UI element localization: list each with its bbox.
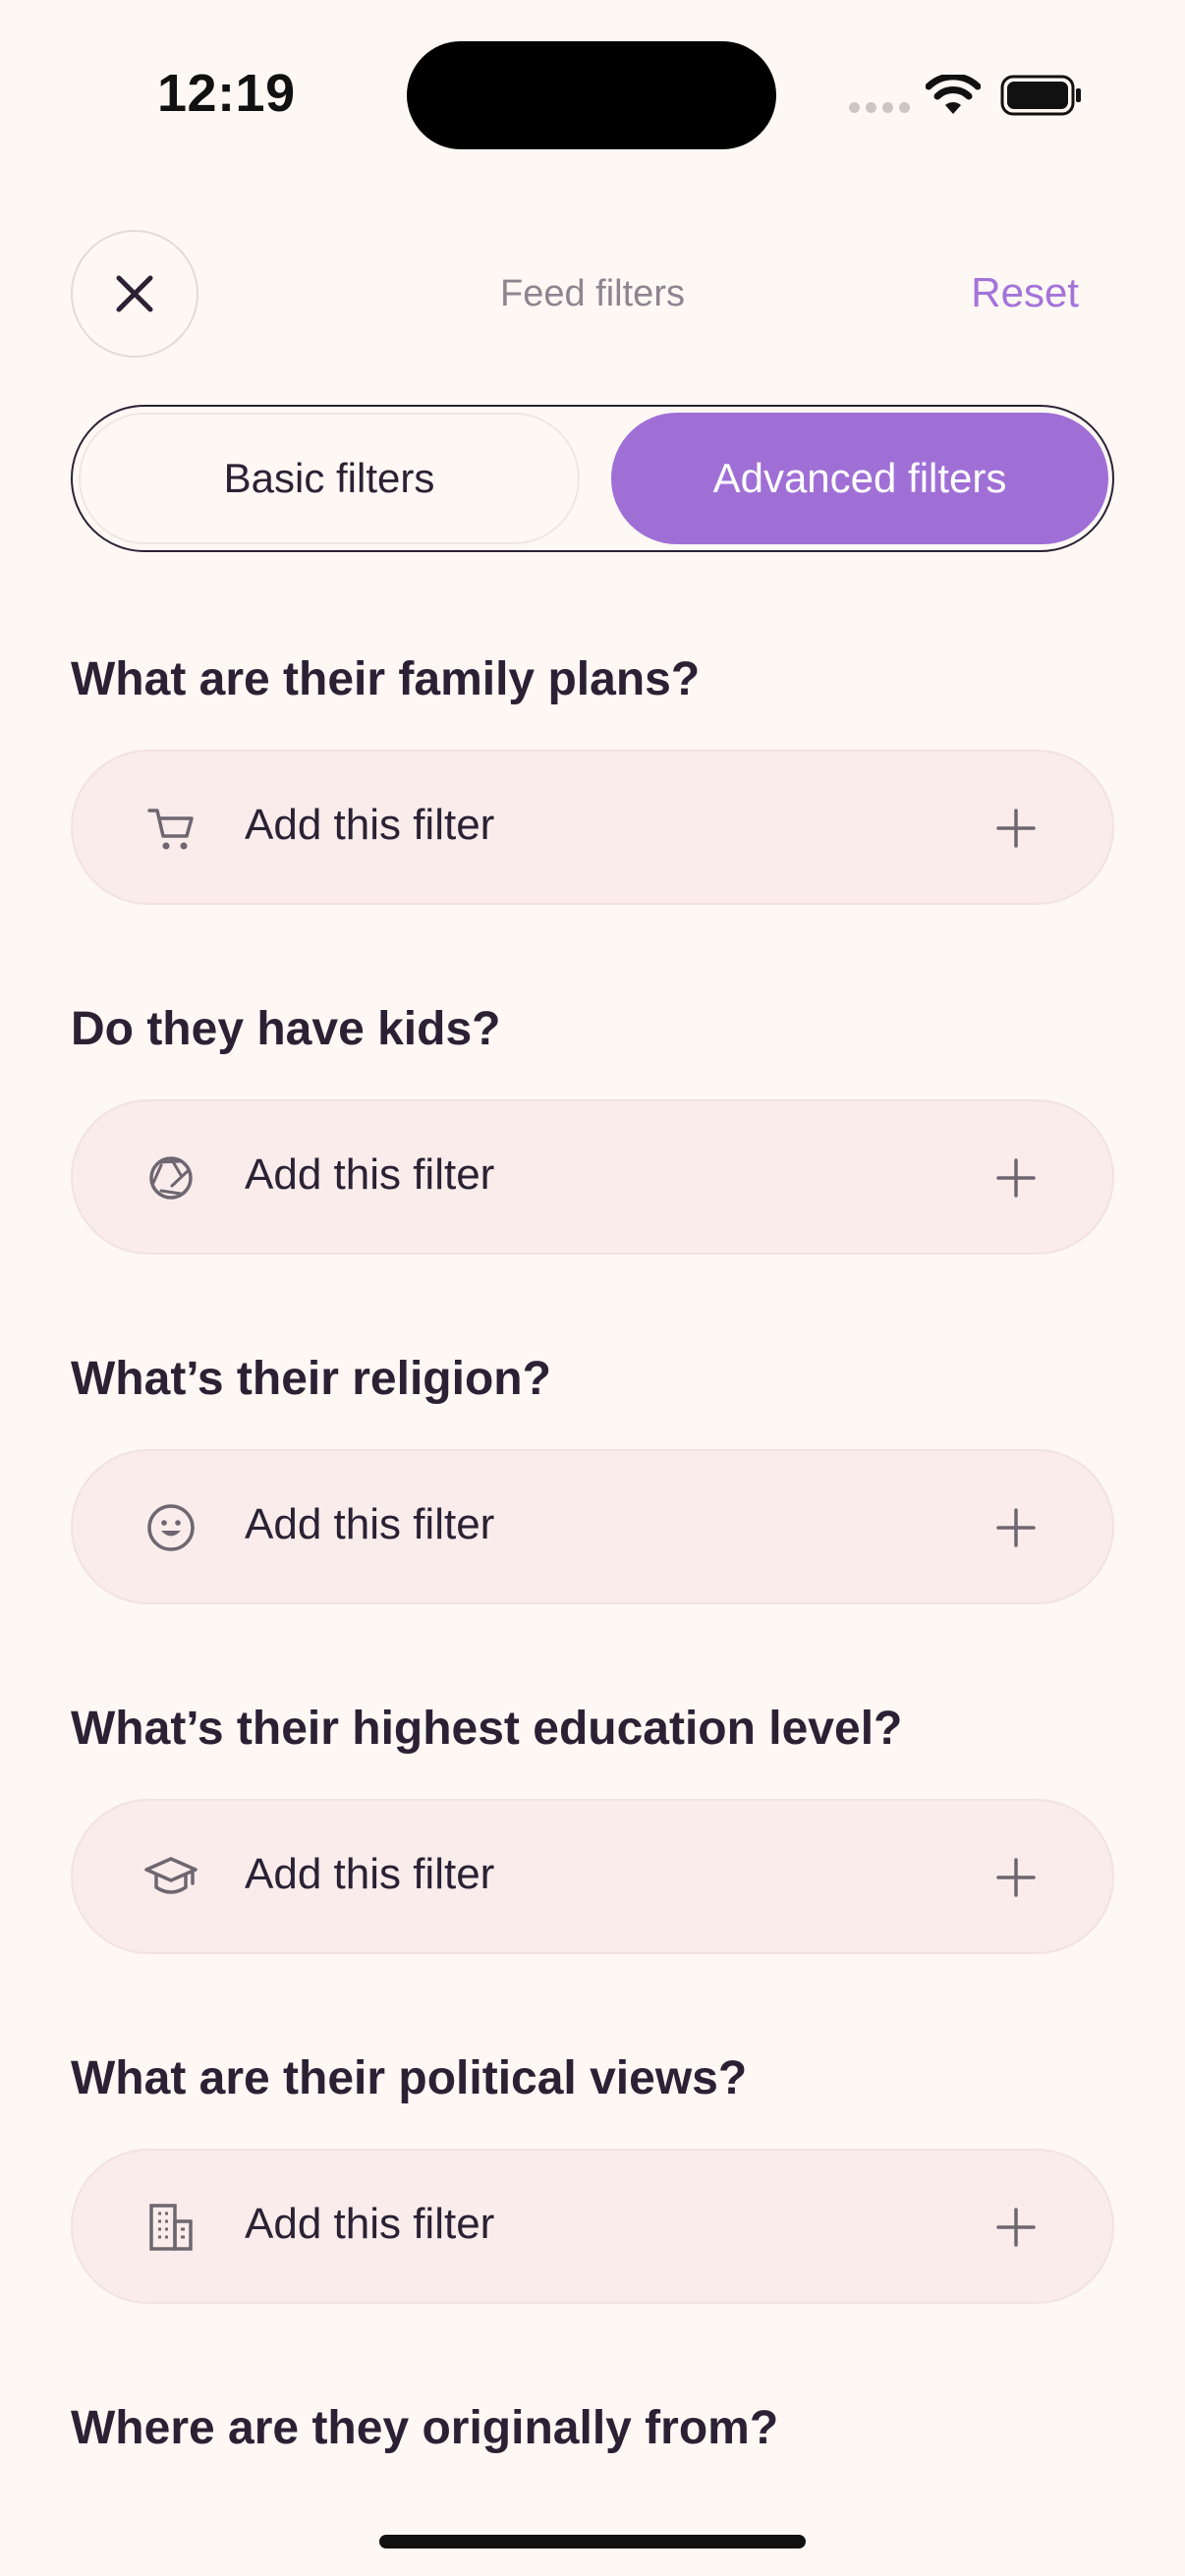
section-title-religion: What’s their religion? [71, 1353, 551, 1405]
tab-basic-filters[interactable]: Basic filters [79, 413, 580, 544]
filter-label: Add this filter [245, 1500, 495, 1548]
plus-icon [996, 1158, 1036, 1198]
cellular-signal-icon [849, 102, 910, 113]
filter-label: Add this filter [245, 2200, 495, 2248]
dynamic-island [407, 41, 776, 149]
section-title-family-plans: What are their family plans? [71, 653, 701, 705]
tab-advanced-filters[interactable]: Advanced filters [611, 413, 1108, 544]
wifi-icon [926, 75, 981, 114]
filter-type-tabs: Basic filters Advanced filters [71, 405, 1114, 552]
aperture-icon [149, 1156, 193, 1200]
section-title-origin: Where are they originally from? [71, 2402, 779, 2454]
plus-icon [996, 2208, 1036, 2247]
add-filter-kids[interactable]: Add this filter [71, 1099, 1114, 1255]
cart-icon [147, 809, 194, 850]
section-title-education: What’s their highest education level? [71, 1703, 903, 1755]
plus-icon [996, 1508, 1036, 1547]
reset-button[interactable]: Reset [971, 269, 1079, 316]
filter-label: Add this filter [245, 1150, 495, 1199]
graduation-cap-icon [144, 1857, 198, 1894]
filter-label: Add this filter [245, 801, 495, 849]
add-filter-family-plans[interactable]: Add this filter [71, 750, 1114, 905]
filter-label: Add this filter [245, 1850, 495, 1898]
plus-icon [996, 1858, 1036, 1897]
add-filter-religion[interactable]: Add this filter [71, 1449, 1114, 1604]
battery-icon [1000, 75, 1081, 116]
building-icon [149, 2204, 193, 2251]
smiley-icon [147, 1504, 195, 1551]
plus-icon [996, 809, 1036, 848]
section-title-kids: Do they have kids? [71, 1003, 501, 1055]
feed-filters-screen: 12:19 Feed filters Reset Basic filters A… [0, 0, 1185, 2576]
home-indicator[interactable] [379, 2535, 806, 2548]
status-time: 12:19 [157, 64, 296, 123]
add-filter-education[interactable]: Add this filter [71, 1799, 1114, 1954]
add-filter-political-views[interactable]: Add this filter [71, 2149, 1114, 2304]
section-title-political-views: What are their political views? [71, 2052, 748, 2104]
